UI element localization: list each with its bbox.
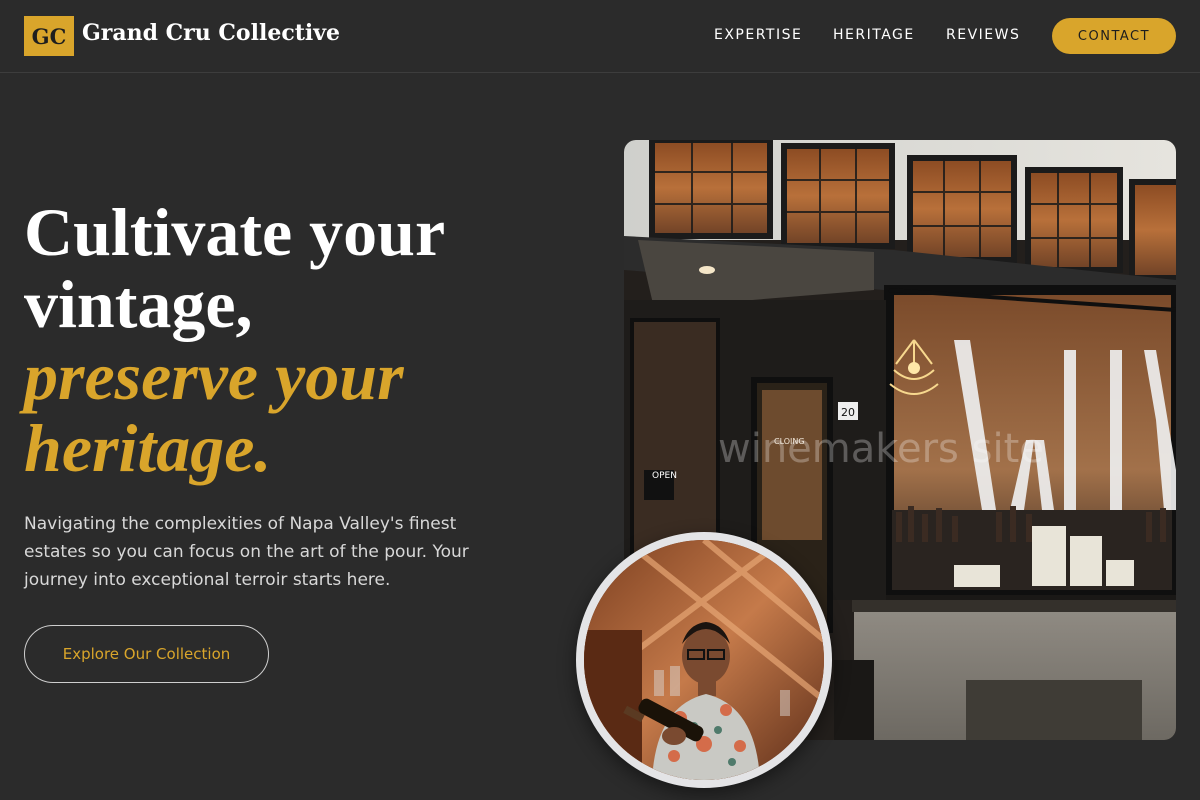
hero-title: Cultivate your vintage, preserve your he… [24, 196, 504, 484]
site-header: GC Grand Cru Collective EXPERTISE HERITA… [0, 0, 1200, 73]
hero-title-line: Cultivate your [24, 194, 446, 270]
contact-button[interactable]: CONTACT [1052, 18, 1176, 54]
hero-description: Navigating the complexities of Napa Vall… [24, 514, 469, 590]
svg-text:OPEN: OPEN [652, 471, 677, 481]
hero-title-line: vintage, [24, 266, 253, 342]
brand-name[interactable]: Grand Cru Collective [82, 20, 340, 46]
hero-title-accent-line: preserve your [24, 338, 404, 414]
sommelier-portrait-image [576, 532, 832, 788]
svg-text:winemakers site: winemakers site [718, 426, 1044, 472]
hero-title-accent-line: heritage. [24, 410, 272, 486]
explore-collection-button[interactable]: Explore Our Collection [24, 625, 269, 683]
nav-link-heritage[interactable]: HERITAGE [833, 27, 915, 43]
logo-mark[interactable]: GC [24, 16, 74, 56]
svg-text:20: 20 [841, 406, 855, 419]
nav-link-reviews[interactable]: REVIEWS [946, 27, 1020, 43]
nav-link-expertise[interactable]: EXPERTISE [714, 27, 802, 43]
